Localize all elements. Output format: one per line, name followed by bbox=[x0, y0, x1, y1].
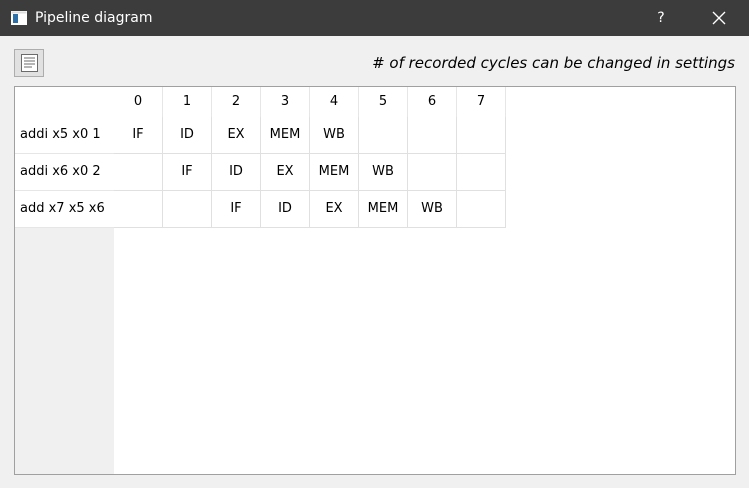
document-list-icon bbox=[21, 54, 38, 72]
stage-cell[interactable]: ID bbox=[212, 154, 261, 191]
stage-cell[interactable] bbox=[408, 154, 457, 191]
stage-cell[interactable] bbox=[163, 191, 212, 228]
stage-cell[interactable]: IF bbox=[212, 191, 261, 228]
stage-cell[interactable]: EX bbox=[261, 154, 310, 191]
table-corner bbox=[15, 87, 114, 117]
stage-cell[interactable] bbox=[114, 154, 163, 191]
stage-cell[interactable]: MEM bbox=[310, 154, 359, 191]
show-stage-info-button[interactable] bbox=[14, 49, 44, 77]
title-bar[interactable]: Pipeline diagram ? bbox=[0, 0, 749, 36]
recorded-cycles-hint: # of recorded cycles can be changed in s… bbox=[372, 54, 735, 72]
stage-cell[interactable] bbox=[457, 117, 506, 154]
pipeline-table[interactable]: 0 1 2 3 4 5 6 7 addi x5 x0 1 addi x6 x0 … bbox=[14, 86, 736, 475]
window-title: Pipeline diagram bbox=[35, 10, 153, 26]
column-header-1[interactable]: 1 bbox=[163, 87, 212, 117]
close-icon bbox=[712, 11, 726, 25]
column-header-0[interactable]: 0 bbox=[114, 87, 163, 117]
stage-cell[interactable]: MEM bbox=[359, 191, 408, 228]
row-header-instruction[interactable]: addi x5 x0 1 bbox=[15, 117, 114, 154]
column-header-3[interactable]: 3 bbox=[261, 87, 310, 117]
stage-cell[interactable] bbox=[114, 191, 163, 228]
stage-cell[interactable]: ID bbox=[261, 191, 310, 228]
column-header-6[interactable]: 6 bbox=[408, 87, 457, 117]
stage-cell[interactable]: IF bbox=[163, 154, 212, 191]
stage-cell[interactable] bbox=[359, 117, 408, 154]
row-header-instruction[interactable]: add x7 x5 x6 bbox=[15, 191, 114, 228]
column-header-4[interactable]: 4 bbox=[310, 87, 359, 117]
stage-cell[interactable] bbox=[457, 191, 506, 228]
stage-cell[interactable] bbox=[408, 117, 457, 154]
stage-cell[interactable]: EX bbox=[310, 191, 359, 228]
column-header-5[interactable]: 5 bbox=[359, 87, 408, 117]
stage-cell[interactable]: WB bbox=[408, 191, 457, 228]
stage-cell[interactable]: MEM bbox=[261, 117, 310, 154]
stage-cell[interactable]: EX bbox=[212, 117, 261, 154]
help-button[interactable]: ? bbox=[636, 0, 686, 36]
stage-cell[interactable]: ID bbox=[163, 117, 212, 154]
window-app-icon bbox=[11, 10, 27, 25]
stage-cell[interactable]: IF bbox=[114, 117, 163, 154]
stage-cell[interactable]: WB bbox=[310, 117, 359, 154]
column-header-2[interactable]: 2 bbox=[212, 87, 261, 117]
stage-cell[interactable] bbox=[457, 154, 506, 191]
row-header-instruction[interactable]: addi x6 x0 2 bbox=[15, 154, 114, 191]
close-button[interactable] bbox=[694, 0, 744, 36]
column-header-7[interactable]: 7 bbox=[457, 87, 506, 117]
stage-cell[interactable]: WB bbox=[359, 154, 408, 191]
pipeline-diagram-window: Pipeline diagram ? # of recorded cycles … bbox=[0, 0, 749, 488]
